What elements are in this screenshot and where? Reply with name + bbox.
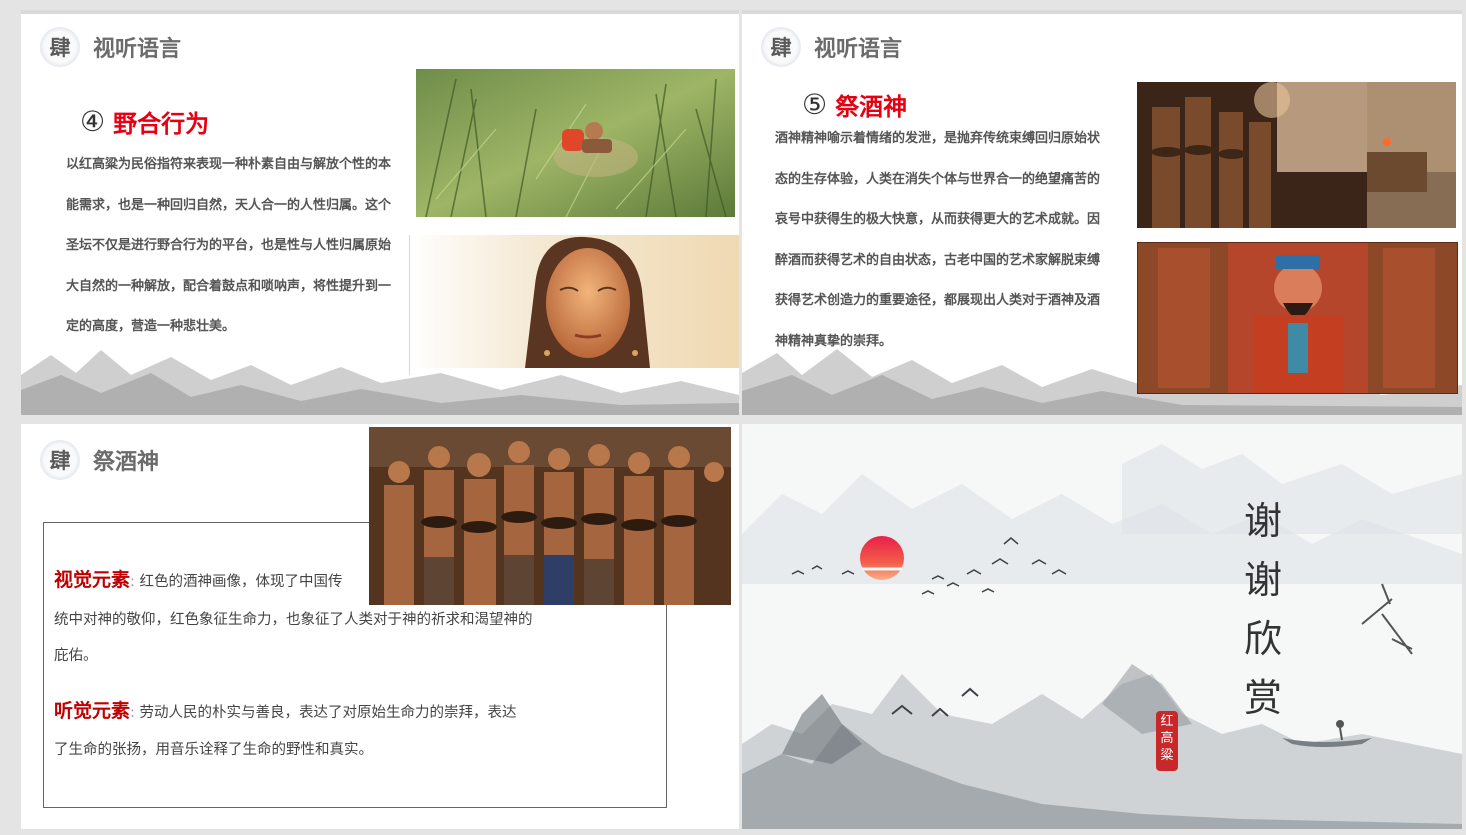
slide-wine-god[interactable]: 肆 视听语言 ⑤ 祭酒神 酒神精神喻示着情绪的发泄，是抛弃传统束缚回归原始状 态… <box>742 10 1462 415</box>
audio-elements-line: 听觉元素: 劳动人民的朴实与善良，表达了对原始生命力的崇拜，表达 <box>54 692 569 733</box>
section-number-icon: 肆 <box>40 440 80 480</box>
men-with-bowls-image <box>1151 82 1456 228</box>
audio-elements-text: 劳动人民的朴实与善良，表达了对原始生命力的崇拜，表达 <box>139 705 517 721</box>
audio-elements-line: 了生命的张扬，用音乐诠释了生命的野性和真实。 <box>54 742 373 758</box>
thanks-char: 谢 <box>1243 499 1282 543</box>
villagers-holding-bowls-photo <box>369 427 731 605</box>
subtitle: ⑤ 祭酒神 <box>802 87 907 122</box>
wine-god-painting <box>1137 242 1458 394</box>
body-line: 大自然的一种解放，配合着鼓点和唢呐声，将性提升到一 <box>66 279 392 294</box>
body-line: 态的生存体验，人类在消失个体与世界合一的绝望痛苦的 <box>775 172 1101 187</box>
subtitle: ④ 野合行为 <box>80 104 209 139</box>
visual-elements-line: 统中对神的敬仰，红色象征生命力，也象征了人类对于神的祈求和渴望神的 <box>54 612 533 628</box>
slide-top-strip <box>742 10 1462 14</box>
section-title: 祭酒神 <box>93 450 160 475</box>
visual-elements-line: 庇佑。 <box>54 648 98 664</box>
section-title: 视听语言 <box>814 37 903 62</box>
section-title: 视听语言 <box>93 37 182 62</box>
visual-elements-text: 红色的酒神画像，体现了中国传 <box>139 574 343 590</box>
body-line: 圣坛不仅是进行野合行为的平台，也是性与人性归属原始 <box>66 238 392 253</box>
wine-god-image <box>1138 243 1457 393</box>
separator: : <box>130 705 135 721</box>
section-number-icon: 肆 <box>40 27 80 67</box>
seal-char: 粱 <box>1160 748 1174 763</box>
men-with-bowls-photo <box>1137 82 1456 228</box>
slide-thanks[interactable]: 谢 谢 欣 赏 红 高 粱 <box>742 424 1462 829</box>
thanks-char: 赏 <box>1243 676 1282 720</box>
slide-top-strip <box>21 10 739 14</box>
subtitle-number: ④ <box>80 105 106 138</box>
body-line: 获得艺术创造力的重要途径，都展现出人类对于酒神及酒 <box>775 293 1101 308</box>
body-line: 醉酒而获得艺术的自由状态，古老中国的艺术家解脱束缚 <box>775 253 1101 268</box>
seal-char: 高 <box>1160 731 1174 746</box>
audio-elements-label: 听觉元素 <box>54 700 131 722</box>
ink-landscape-background <box>742 444 1462 829</box>
slide-wild-union[interactable]: 肆 视听语言 ④ 野合行为 以红高粱为民俗指符来表现一种朴素自由与解放个性的本 … <box>21 10 739 415</box>
body-line: 以红高粱为民俗指符来表现一种朴素自由与解放个性的本 <box>66 157 392 172</box>
thanks-text: 谢 谢 欣 赏 <box>1238 492 1288 728</box>
section-number-icon: 肆 <box>761 27 801 67</box>
villagers-holding-bowls-image <box>369 427 731 605</box>
red-sorghum-seal: 红 高 粱 <box>1156 711 1178 771</box>
thanks-char: 欣 <box>1243 617 1282 661</box>
seal-char: 红 <box>1160 714 1174 729</box>
slide-wine-god-elements[interactable]: 肆 祭酒神 视觉元素: 红色的酒神画像，体现了中国传 统中对神的敬仰，红色象征生… <box>21 424 739 829</box>
subtitle-text: 祭酒神 <box>835 93 908 121</box>
grass-field-image <box>416 69 735 217</box>
thanks-char: 谢 <box>1243 558 1282 602</box>
separator: : <box>130 574 135 590</box>
grass-field-photo <box>416 69 735 217</box>
body-line: 哀号中获得生的极大快意，从而获得更大的艺术成就。因 <box>775 212 1101 227</box>
ink-mountains <box>21 350 739 415</box>
body-line: 能需求，也是一种回归自然，天人合一的人性归属。这个 <box>66 198 392 213</box>
subtitle-text: 野合行为 <box>113 110 210 138</box>
body-line: 定的高度，营造一种悲壮美。 <box>66 319 236 334</box>
body-line: 酒神精神喻示着情绪的发泄，是抛弃传统束缚回归原始状 <box>775 131 1101 146</box>
visual-elements-label: 视觉元素 <box>54 569 131 591</box>
subtitle-number: ⑤ <box>802 88 828 121</box>
